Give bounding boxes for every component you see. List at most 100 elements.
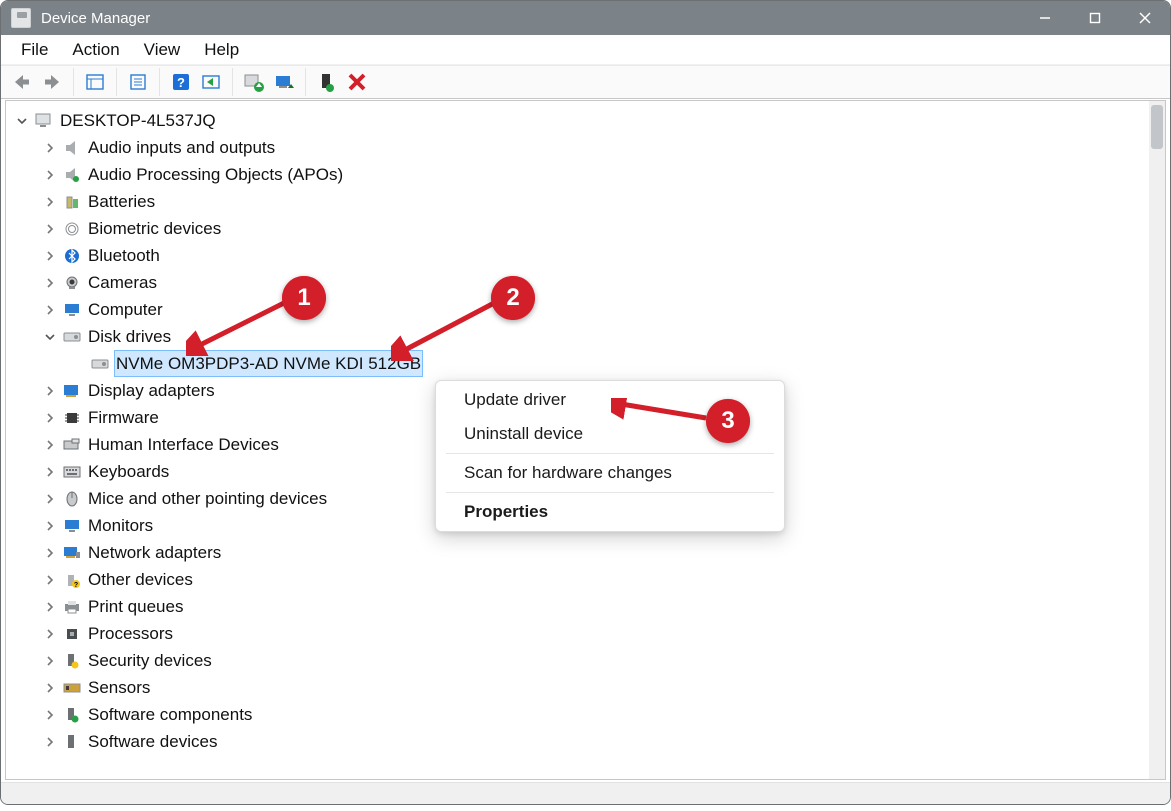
annotation-arrow-1 — [186, 296, 296, 356]
menu-help[interactable]: Help — [192, 37, 251, 63]
node-label: Batteries — [86, 188, 157, 215]
node-label: Mice and other pointing devices — [86, 485, 329, 512]
node-label: Security devices — [86, 647, 214, 674]
chevron-right-icon[interactable] — [42, 599, 58, 615]
disable-device-button[interactable] — [269, 68, 299, 96]
chevron-right-icon[interactable] — [42, 221, 58, 237]
tree-item-sw-devices[interactable]: Software devices — [14, 728, 1165, 755]
device-manager-window: Device Manager File Action View Help ? — [0, 0, 1171, 805]
node-label: Biometric devices — [86, 215, 223, 242]
back-button[interactable] — [7, 68, 37, 96]
ctx-properties[interactable]: Properties — [436, 495, 784, 529]
device-icon — [62, 733, 82, 751]
maximize-button[interactable] — [1070, 1, 1120, 35]
tree-item-biometric[interactable]: Biometric devices — [14, 215, 1165, 242]
annotation-badge-3: 3 — [706, 399, 750, 443]
tree-item-security[interactable]: Security devices — [14, 647, 1165, 674]
tree-item-sw-components[interactable]: Software components — [14, 701, 1165, 728]
help-button[interactable]: ? — [166, 68, 196, 96]
display-adapter-icon — [62, 382, 82, 400]
svg-text:?: ? — [74, 582, 78, 588]
cpu-icon — [62, 625, 82, 643]
printer-icon — [62, 598, 82, 616]
tree-item-bluetooth[interactable]: Bluetooth — [14, 242, 1165, 269]
tree-item-cameras[interactable]: Cameras — [14, 269, 1165, 296]
chevron-right-icon[interactable] — [42, 383, 58, 399]
annotation-badge-1: 1 — [282, 276, 326, 320]
status-bar — [1, 782, 1170, 804]
scrollbar-thumb[interactable] — [1151, 105, 1163, 149]
chevron-right-icon[interactable] — [42, 572, 58, 588]
tree-item-apos[interactable]: Audio Processing Objects (APOs) — [14, 161, 1165, 188]
fingerprint-icon — [62, 220, 82, 238]
chevron-right-icon[interactable] — [42, 248, 58, 264]
chevron-right-icon[interactable] — [42, 545, 58, 561]
node-label: Audio Processing Objects (APOs) — [86, 161, 345, 188]
monitor-icon — [62, 301, 82, 319]
chevron-right-icon[interactable] — [42, 140, 58, 156]
menu-view[interactable]: View — [132, 37, 193, 63]
chevron-right-icon[interactable] — [42, 275, 58, 291]
annotation-arrow-3 — [611, 398, 716, 428]
forward-button[interactable] — [37, 68, 67, 96]
chevron-right-icon[interactable] — [42, 302, 58, 318]
bluetooth-icon — [62, 247, 82, 265]
chevron-right-icon[interactable] — [42, 734, 58, 750]
node-label: Display adapters — [86, 377, 217, 404]
camera-icon — [62, 274, 82, 292]
toolbar: ? — [1, 65, 1170, 99]
tree-item-print-queues[interactable]: Print queues — [14, 593, 1165, 620]
update-driver-button[interactable] — [239, 68, 269, 96]
uninstall-device-button[interactable] — [342, 68, 372, 96]
chevron-right-icon[interactable] — [42, 653, 58, 669]
menu-file[interactable]: File — [9, 37, 60, 63]
chevron-right-icon[interactable] — [42, 410, 58, 426]
mouse-icon — [62, 490, 82, 508]
scan-button[interactable] — [196, 68, 226, 96]
menubar: File Action View Help — [1, 35, 1170, 65]
menu-action[interactable]: Action — [60, 37, 131, 63]
annotation-arrow-2 — [391, 296, 506, 361]
annotation-badge-2: 2 — [491, 276, 535, 320]
tree-item-sensors[interactable]: Sensors — [14, 674, 1165, 701]
vertical-scrollbar[interactable] — [1149, 101, 1165, 779]
chevron-right-icon[interactable] — [42, 194, 58, 210]
node-label: Software devices — [86, 728, 219, 755]
node-label: DESKTOP-4L537JQ — [58, 107, 218, 134]
chevron-right-icon[interactable] — [42, 491, 58, 507]
node-label: Network adapters — [86, 539, 223, 566]
tree-item-batteries[interactable]: Batteries — [14, 188, 1165, 215]
ctx-scan-hardware[interactable]: Scan for hardware changes — [436, 456, 784, 490]
tree-root[interactable]: DESKTOP-4L537JQ — [14, 107, 1165, 134]
chevron-right-icon[interactable] — [42, 680, 58, 696]
chevron-right-icon[interactable] — [42, 707, 58, 723]
tree-item-network[interactable]: Network adapters — [14, 539, 1165, 566]
properties-button[interactable] — [123, 68, 153, 96]
titlebar[interactable]: Device Manager — [1, 1, 1170, 35]
component-icon — [62, 706, 82, 724]
node-label: Cameras — [86, 269, 159, 296]
node-label: Audio inputs and outputs — [86, 134, 277, 161]
tree-item-processors[interactable]: Processors — [14, 620, 1165, 647]
tree-item-audio-io[interactable]: Audio inputs and outputs — [14, 134, 1165, 161]
chevron-down-icon[interactable] — [14, 113, 30, 129]
node-label: Keyboards — [86, 458, 171, 485]
node-label: Sensors — [86, 674, 152, 701]
chevron-down-icon[interactable] — [42, 329, 58, 345]
node-label: Disk drives — [86, 323, 173, 350]
show-hidden-button[interactable] — [80, 68, 110, 96]
chevron-right-icon[interactable] — [42, 464, 58, 480]
chevron-right-icon[interactable] — [42, 518, 58, 534]
chevron-right-icon[interactable] — [42, 437, 58, 453]
network-icon — [62, 544, 82, 562]
node-label: Human Interface Devices — [86, 431, 281, 458]
chevron-right-icon[interactable] — [42, 167, 58, 183]
enable-device-button[interactable] — [312, 68, 342, 96]
minimize-button[interactable] — [1020, 1, 1070, 35]
node-label: Bluetooth — [86, 242, 162, 269]
disk-icon — [62, 328, 82, 346]
close-button[interactable] — [1120, 1, 1170, 35]
tree-item-other[interactable]: ? Other devices — [14, 566, 1165, 593]
chevron-right-icon[interactable] — [42, 626, 58, 642]
node-label: Software components — [86, 701, 254, 728]
